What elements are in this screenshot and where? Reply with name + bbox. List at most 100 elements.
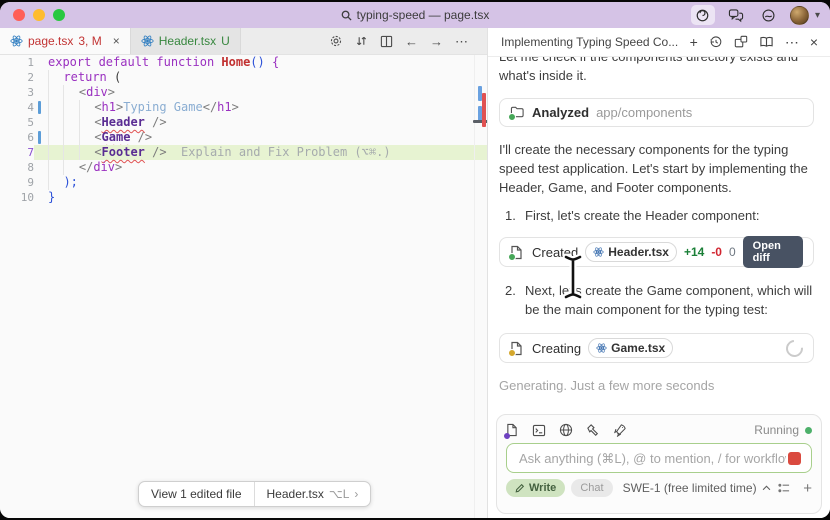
line-number: 3 (0, 85, 34, 100)
close-window-button[interactable] (13, 9, 25, 21)
line-number: 4 (0, 100, 34, 115)
list-item: 1. First, let's create the Header compon… (505, 206, 814, 225)
conversation-scroll[interactable]: Let me check if the components directory… (488, 56, 830, 410)
stop-button[interactable] (788, 452, 801, 465)
code-line[interactable]: 10} (0, 190, 487, 205)
composer-toolbar: Running (506, 420, 812, 440)
code-token: < (94, 145, 101, 159)
new-conversation-icon[interactable]: + (690, 35, 698, 49)
gutter (34, 85, 48, 100)
code-token: Explain and Fix Problem (⌥⌘.) (167, 145, 391, 159)
titlebar: typing-speed — page.tsx ▾ (0, 2, 830, 29)
model-selector[interactable]: SWE-1 (free limited time) (623, 481, 771, 495)
avatar[interactable] (790, 6, 809, 25)
close-tab-icon[interactable]: × (113, 34, 120, 48)
line-number: 5 (0, 115, 34, 130)
indent-guide (63, 130, 78, 145)
more-actions-icon[interactable]: ⋯ (455, 35, 468, 48)
code-token: h1 (102, 100, 116, 114)
created-step-card[interactable]: Created Header.tsx +14 -0 0 Open diff (499, 237, 814, 267)
code-line[interactable]: 3<div> (0, 85, 487, 100)
code-line[interactable]: 9); (0, 175, 487, 190)
line-number: 7 (0, 145, 34, 160)
cascade-icon[interactable] (691, 5, 715, 25)
tab-page-tsx[interactable]: page.tsx 3, M × (0, 28, 131, 54)
open-diff-button[interactable]: Open diff (743, 236, 803, 268)
deploy-rocket-icon[interactable] (613, 423, 627, 437)
add-icon[interactable]: + (803, 480, 812, 497)
code-editor[interactable]: 1export default function Home() {2return… (0, 55, 487, 518)
indent-guide (48, 175, 63, 190)
lines-added: +14 (684, 245, 704, 259)
overview-ruler (474, 55, 488, 518)
code-token: { (272, 55, 279, 69)
code-line[interactable]: 7<Footer /> Explain and Fix Problem (⌥⌘.… (0, 145, 487, 160)
cascade-panel: Implementing Typing Speed Co... + ⋯ × Le… (487, 28, 830, 518)
go-forward-icon[interactable]: → (430, 35, 443, 48)
source-control-icon[interactable] (355, 34, 368, 48)
code-line[interactable]: 5<Header /> (0, 115, 487, 130)
indent-guide (48, 70, 63, 85)
conversation-title: Implementing Typing Speed Co... (501, 35, 690, 49)
docs-book-icon[interactable] (759, 35, 774, 49)
analyzed-step-card[interactable]: Analyzed app/components (499, 98, 814, 127)
minimize-window-button[interactable] (33, 9, 45, 21)
code-line[interactable]: 6<Game /> (0, 130, 487, 145)
chevron-down-icon[interactable]: ▾ (815, 10, 820, 21)
write-mode-toggle[interactable]: Write (506, 479, 565, 497)
chat-bubbles-icon[interactable] (724, 5, 748, 25)
step-action: Creating (532, 341, 581, 356)
settings-gear-icon[interactable] (329, 34, 343, 48)
list-text: First, let's create the Header component… (525, 206, 814, 225)
indent-guide (79, 130, 94, 145)
terminal-icon[interactable] (532, 424, 546, 437)
code-text: export default function Home() { (48, 55, 487, 70)
indent-guide (48, 130, 63, 145)
close-panel-icon[interactable]: × (810, 35, 818, 49)
tools-hammer-icon[interactable] (586, 423, 600, 437)
gutter (34, 160, 48, 175)
wave-icon[interactable] (757, 5, 781, 25)
globe-icon[interactable] (559, 423, 573, 437)
customize-icon[interactable] (777, 482, 791, 494)
go-back-icon[interactable]: ← (405, 35, 418, 48)
code-token: ( (107, 70, 121, 84)
code-token (265, 55, 272, 69)
code-line[interactable]: 1export default function Home() { (0, 55, 487, 70)
split-editor-icon[interactable] (380, 35, 393, 48)
tab-header-tsx[interactable]: Header.tsx U (131, 28, 241, 54)
code-line[interactable]: 4<h1>Typing Game</h1> (0, 100, 487, 115)
chat-input[interactable] (517, 450, 788, 467)
tab-badge: 3, M (78, 34, 101, 48)
running-status-dot (805, 427, 812, 434)
code-line[interactable]: 8</div> (0, 160, 487, 175)
zoom-window-button[interactable] (53, 9, 65, 21)
view-edited-file-button[interactable]: View 1 edited file (139, 482, 254, 506)
file-icon (510, 341, 525, 356)
editor-toolbar: ← → ⋯ (334, 28, 480, 54)
edited-file-button[interactable]: Header.tsx ⌥L › (254, 482, 371, 506)
edited-files-bar: View 1 edited file Header.tsx ⌥L › (138, 481, 371, 507)
code-token: h1 (217, 100, 231, 114)
write-mode-label: Write (529, 482, 556, 494)
assistant-message: Let me check if the components directory… (499, 56, 814, 85)
line-number: 10 (0, 190, 34, 205)
file-chip[interactable]: Game.tsx (588, 338, 673, 358)
app-window: typing-speed — page.tsx ▾ page.tsx 3, M … (0, 2, 830, 518)
more-actions-icon[interactable]: ⋯ (785, 35, 799, 49)
layout-icon[interactable] (734, 35, 748, 49)
creating-step-card[interactable]: Creating Game.tsx (499, 333, 814, 363)
indent-guide (63, 160, 78, 175)
indent-guide (63, 100, 78, 115)
gutter (34, 115, 48, 130)
code-line[interactable]: 2return ( (0, 70, 487, 85)
file-chip[interactable]: Header.tsx (585, 242, 677, 262)
code-token: < (94, 115, 101, 129)
artifact-file-icon[interactable] (506, 423, 519, 438)
gutter (34, 190, 48, 205)
history-icon[interactable] (709, 35, 723, 49)
loading-spinner-icon (783, 336, 807, 360)
chat-mode-toggle[interactable]: Chat (571, 479, 612, 497)
composer-footer: Write Chat SWE-1 (free limited time) + (506, 479, 812, 497)
indent-guide (63, 115, 78, 130)
